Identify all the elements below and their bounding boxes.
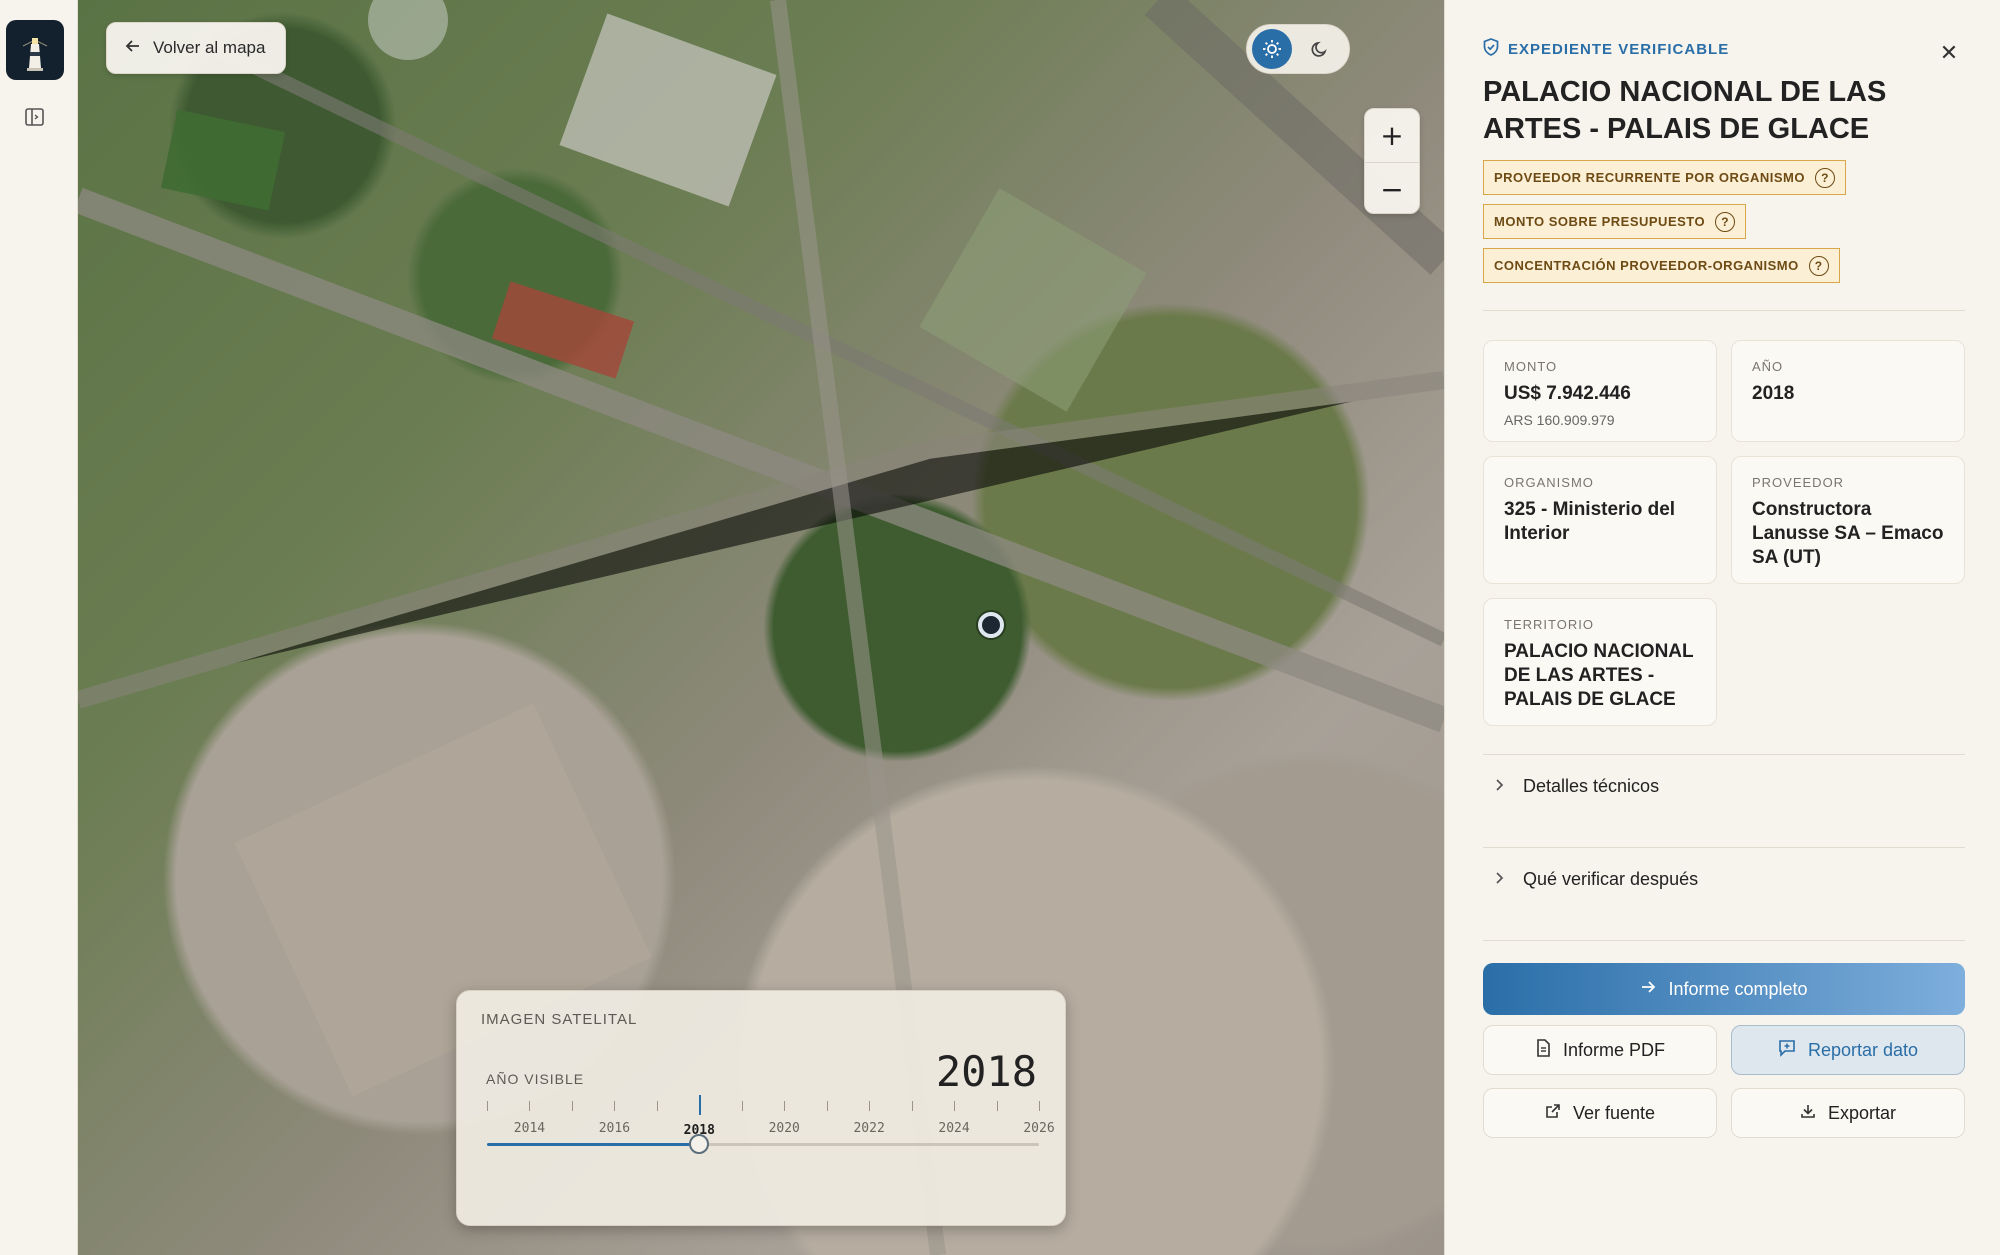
message-plus-icon <box>1778 1039 1796 1062</box>
download-icon <box>1800 1103 1816 1124</box>
sidebar-toggle-icon[interactable] <box>24 106 46 128</box>
external-link-icon <box>1545 1103 1561 1124</box>
agency-value: 325 - Ministerio del Interior <box>1504 499 1676 544</box>
location-pin[interactable] <box>978 612 1004 638</box>
territory-card: TERRITORIO PALACIO NACIONAL DE LAS ARTES… <box>1483 598 1717 726</box>
left-rail <box>0 0 78 1255</box>
view-source-label: Ver fuente <box>1572 1102 1656 1123</box>
agency-label: ORGANISMO <box>1504 475 1594 490</box>
year-tick <box>614 1101 616 1111</box>
year-tick <box>571 1101 573 1111</box>
year-tick-label[interactable]: 2018 <box>684 1123 715 1138</box>
divider <box>1483 940 1965 941</box>
zoom-out-button[interactable]: − <box>1365 162 1419 213</box>
amount-value: US$ 7.942.446 <box>1504 383 1631 404</box>
badge-concentration: CONCENTRACIÓN PROVEEDOR-ORGANISMO ? <box>1483 248 1840 283</box>
year-tick-label[interactable]: 2024 <box>938 1121 969 1136</box>
back-label: Volver al mapa <box>153 38 266 57</box>
supplier-value: Constructora Lanusse SA – Emaco SA (UT) <box>1752 499 1944 568</box>
year-tick <box>911 1101 913 1111</box>
accordion-technical-details[interactable]: Detalles técnicos <box>1495 776 1659 797</box>
full-report-label: Informe completo <box>1668 978 1808 999</box>
pdf-report-label: Informe PDF <box>1562 1039 1666 1060</box>
badge-label: MONTO SOBRE PRESUPUESTO <box>1494 214 1706 229</box>
verifiable-tag: EXPEDIENTE VERIFICABLE <box>1483 38 1729 60</box>
zoom-in-button[interactable]: + <box>1365 109 1419 162</box>
year-tick <box>996 1101 998 1111</box>
badge-recurrent-supplier: PROVEEDOR RECURRENTE POR ORGANISMO ? <box>1483 160 1846 195</box>
slider-fill <box>487 1143 700 1146</box>
year-tick-label[interactable]: 2026 <box>1023 1121 1054 1136</box>
visible-year-label: AÑO VISIBLE <box>486 1071 585 1087</box>
amount-card: MONTO US$ 7.942.446 ARS 160.909.979 <box>1483 340 1717 442</box>
year-tick <box>954 1101 956 1111</box>
divider <box>1483 754 1965 755</box>
verifiable-label: EXPEDIENTE VERIFICABLE <box>1508 40 1730 58</box>
year-tick <box>869 1101 871 1111</box>
chevron-right-icon <box>1495 869 1505 890</box>
year-tick <box>826 1101 828 1111</box>
year-tick <box>1039 1101 1040 1111</box>
shield-check-icon <box>1483 38 1499 60</box>
help-icon[interactable]: ? <box>1808 255 1829 276</box>
year-tick <box>487 1101 488 1111</box>
territory-label: TERRITORIO <box>1504 617 1594 632</box>
slider-track[interactable] <box>487 1143 1039 1146</box>
year-tick-label[interactable]: 2022 <box>853 1121 884 1136</box>
territory-value: PALACIO NACIONAL DE LAS ARTES - PALAIS D… <box>1504 641 1694 710</box>
accordion-label: Detalles técnicos <box>1523 776 1660 796</box>
arrow-left-icon <box>125 38 141 59</box>
satellite-timeline: IMAGEN SATELITAL AÑO VISIBLE 2018 2014 20… <box>456 990 1066 1226</box>
report-data-label: Reportar dato <box>1807 1039 1919 1060</box>
export-button[interactable]: Exportar <box>1731 1088 1965 1138</box>
year-tick <box>529 1101 531 1111</box>
year-tick <box>741 1101 743 1111</box>
year-tick-label[interactable]: 2020 <box>769 1121 800 1136</box>
accordion-label: Qué verificar después <box>1523 869 1699 889</box>
document-icon <box>1535 1038 1551 1062</box>
year-value: 2018 <box>1752 383 1795 404</box>
back-to-map-button[interactable]: Volver al mapa <box>106 22 287 74</box>
year-slider[interactable]: 2014 2016 2018 2020 2022 2024 2026 <box>487 1095 1055 1181</box>
arrow-right-icon <box>1640 979 1656 1000</box>
zoom-controls: + − <box>1364 108 1420 214</box>
amount-ars-value: ARS 160.909.979 <box>1504 412 1615 428</box>
moon-icon[interactable] <box>1300 29 1340 69</box>
badge-label: PROVEEDOR RECURRENTE POR ORGANISMO <box>1494 170 1805 185</box>
alert-badges: PROVEEDOR RECURRENTE POR ORGANISMO ? MON… <box>1483 160 1846 283</box>
sun-icon[interactable] <box>1252 29 1292 69</box>
supplier-card: PROVEEDOR Constructora Lanusse SA – Emac… <box>1731 456 1965 584</box>
pdf-report-button[interactable]: Informe PDF <box>1483 1025 1717 1075</box>
view-source-button[interactable]: Ver fuente <box>1483 1088 1717 1138</box>
help-icon[interactable]: ? <box>1715 211 1736 232</box>
year-tick-label[interactable]: 2016 <box>599 1121 630 1136</box>
divider <box>1483 847 1965 848</box>
report-data-button[interactable]: Reportar dato <box>1731 1025 1965 1075</box>
amount-label: MONTO <box>1504 359 1558 374</box>
export-label: Exportar <box>1827 1102 1897 1123</box>
year-tick <box>656 1101 658 1111</box>
help-icon[interactable]: ? <box>1814 167 1835 188</box>
close-icon[interactable]: ✕ <box>1936 40 1962 66</box>
badge-amount-over-budget: MONTO SOBRE PRESUPUESTO ? <box>1483 204 1747 239</box>
year-card: AÑO 2018 <box>1731 340 1965 442</box>
chevron-right-icon <box>1495 776 1505 797</box>
year-tick-label[interactable]: 2014 <box>514 1121 545 1136</box>
agency-card: ORGANISMO 325 - Ministerio del Interior <box>1483 456 1717 584</box>
badge-label: CONCENTRACIÓN PROVEEDOR-ORGANISMO <box>1494 258 1799 273</box>
year-label: AÑO <box>1752 359 1784 374</box>
timeline-title: IMAGEN SATELITAL <box>481 1011 638 1028</box>
detail-panel: EXPEDIENTE VERIFICABLE ✕ PALACIO NACIONA… <box>1444 0 2000 1255</box>
visible-year-value: 2018 <box>935 1047 1037 1096</box>
full-report-button[interactable]: Informe completo <box>1483 963 1965 1015</box>
accordion-verify-next[interactable]: Qué verificar después <box>1495 869 1698 890</box>
divider <box>1483 310 1965 311</box>
year-tick <box>784 1101 786 1111</box>
record-title: PALACIO NACIONAL DE LAS ARTES - PALAIS D… <box>1483 76 1887 145</box>
year-tick <box>699 1095 702 1115</box>
lighthouse-icon[interactable] <box>6 20 64 80</box>
theme-toggle <box>1246 24 1350 74</box>
supplier-label: PROVEEDOR <box>1752 475 1845 490</box>
